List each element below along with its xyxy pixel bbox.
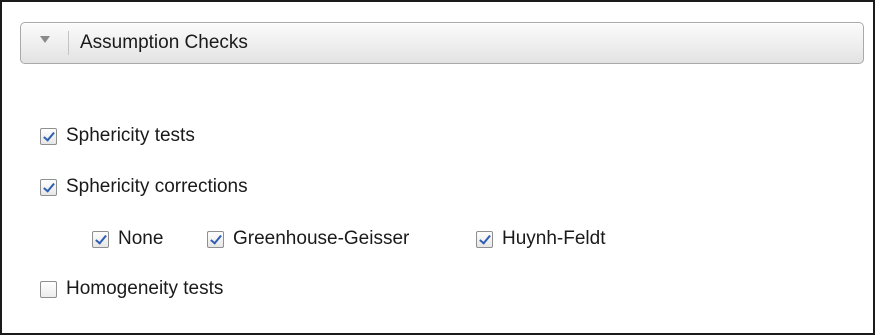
correction-none-checkbox[interactable] — [92, 230, 109, 248]
sphericity-tests-option[interactable]: Sphericity tests — [40, 125, 195, 147]
sphericity-corrections-checkbox[interactable] — [40, 178, 57, 196]
huynh-feldt-option[interactable]: Huynh-Feldt — [476, 228, 606, 250]
correction-none-option[interactable]: None — [92, 228, 163, 250]
triangle-down-icon[interactable] — [40, 36, 50, 43]
sphericity-corrections-option[interactable]: Sphericity corrections — [40, 176, 248, 198]
homogeneity-tests-label: Homogeneity tests — [66, 278, 224, 299]
sphericity-tests-label: Sphericity tests — [66, 125, 195, 146]
huynh-feldt-label: Huynh-Feldt — [502, 228, 606, 249]
homogeneity-tests-option[interactable]: Homogeneity tests — [40, 278, 223, 300]
correction-none-label: None — [118, 228, 164, 249]
options-panel: Assumption Checks Sphericity tests Spher… — [0, 0, 875, 335]
header-divider — [68, 31, 69, 55]
sphericity-corrections-label: Sphericity corrections — [66, 176, 248, 197]
sphericity-tests-checkbox[interactable] — [40, 127, 57, 145]
homogeneity-tests-checkbox[interactable] — [40, 280, 57, 298]
section-title: Assumption Checks — [80, 32, 248, 53]
greenhouse-geisser-checkbox[interactable] — [207, 230, 224, 248]
huynh-feldt-checkbox[interactable] — [476, 230, 493, 248]
greenhouse-geisser-option[interactable]: Greenhouse-Geisser — [207, 228, 409, 250]
assumption-checks-header[interactable]: Assumption Checks — [20, 22, 864, 64]
greenhouse-geisser-label: Greenhouse-Geisser — [233, 228, 410, 249]
